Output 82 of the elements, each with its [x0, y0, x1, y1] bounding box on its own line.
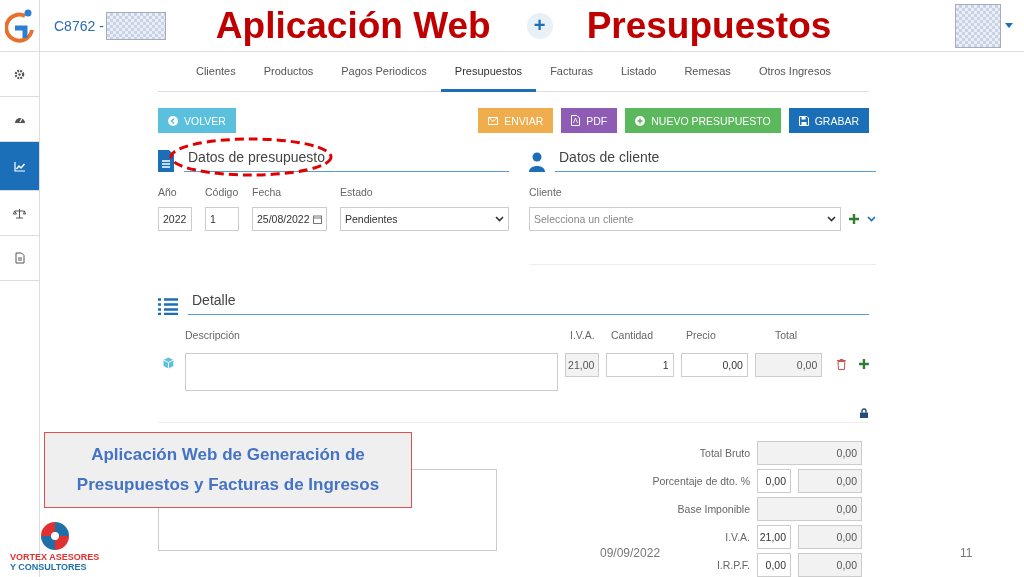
field-label: Cliente — [529, 186, 563, 198]
section-title: Datos de presupuesto — [184, 149, 509, 172]
document-icon — [14, 252, 25, 264]
field-label: Código — [205, 186, 239, 198]
user-icon — [529, 152, 545, 172]
document-icon — [158, 150, 174, 172]
sidebar-item[interactable] — [0, 142, 39, 191]
column-header: Cantidad — [611, 329, 655, 341]
input-field[interactable]: 1 — [205, 207, 239, 231]
scale-icon — [13, 207, 26, 219]
description-field[interactable] — [184, 353, 559, 391]
settings-icon — [14, 68, 25, 80]
caret-icon[interactable] — [1005, 23, 1014, 28]
rate-field[interactable]: 21,00 — [757, 525, 791, 549]
column-header: Descripción — [185, 329, 241, 341]
nav-tab[interactable]: Pagos Periodicos — [327, 52, 441, 92]
chevron-down-icon — [495, 216, 504, 222]
envelope-icon — [488, 116, 499, 125]
chevron-down-icon — [867, 216, 876, 222]
slide-title: Aplicación Web — [215, 4, 491, 47]
rate-field[interactable]: 0,00 — [757, 553, 791, 577]
plus-badge: + — [526, 12, 553, 39]
plus-circle-icon — [635, 115, 646, 126]
page-number: 11 — [960, 546, 973, 560]
column-header: Total — [774, 329, 799, 341]
chevron-circle-left-icon — [168, 115, 178, 126]
amount-field[interactable]: 0,00 — [754, 353, 823, 377]
section-title: Datos de cliente — [555, 149, 876, 172]
amount-field: 0,00 — [798, 469, 862, 493]
lock-icon[interactable] — [860, 408, 868, 418]
status-select[interactable]: Pendientes — [340, 207, 509, 231]
redacted-avatar[interactable] — [955, 3, 1002, 48]
total-label: I.R.P.F. — [715, 559, 750, 571]
slide-title: Presupuestos — [586, 4, 832, 47]
amount-field: 0,00 — [757, 441, 862, 465]
nav-tab[interactable]: Presupuestos — [440, 52, 537, 92]
amount-field: 0,00 — [757, 497, 862, 521]
column-header: Precio — [686, 329, 717, 341]
callout-text: Aplicación Web de Generación de — [91, 445, 365, 465]
section-title: Detalle — [188, 292, 869, 315]
total-label: Total Bruto — [698, 447, 750, 459]
field-label: Año — [158, 186, 178, 198]
redacted-block — [105, 11, 166, 40]
line-chart-icon — [13, 160, 26, 172]
calendar-icon[interactable] — [313, 214, 322, 224]
action-button[interactable]: GRABAR — [788, 108, 869, 133]
field-label: Estado — [340, 186, 374, 198]
nav-tab[interactable]: Clientes — [181, 52, 250, 92]
trash-icon[interactable] — [837, 359, 847, 370]
rate-field[interactable]: 0,00 — [757, 469, 791, 493]
date-field[interactable]: 25/08/2022 — [252, 207, 327, 231]
nav-tab[interactable]: Facturas — [536, 52, 607, 92]
callout-text: Presupuestos y Facturas de Ingresos — [76, 475, 380, 495]
total-label: I.V.A. — [724, 531, 750, 543]
client-select[interactable]: Selecciona un cliente — [529, 207, 841, 231]
amount-field: 0,00 — [798, 525, 862, 549]
amount-field[interactable]: 21,00 — [565, 353, 600, 377]
nav-tab[interactable]: Productos — [249, 52, 328, 92]
total-label: Porcentaje de dto. % — [651, 475, 750, 487]
nav-tab[interactable]: Listado — [606, 52, 671, 92]
total-label: Base Imponible — [676, 503, 750, 515]
company-name: VORTEX ASESORES — [10, 552, 100, 562]
account-code: C8762 - — [54, 17, 104, 34]
amount-field[interactable]: 0,00 — [680, 353, 748, 377]
cube-icon — [163, 357, 174, 369]
nav-tab[interactable]: Otros Ingresos — [744, 52, 845, 92]
column-header: I.V.A. — [570, 329, 596, 341]
company-name: Y CONSULTORES — [10, 562, 87, 572]
plus-icon[interactable] — [849, 214, 859, 224]
company-logo — [38, 520, 71, 552]
list-icon — [158, 298, 178, 315]
plus-icon[interactable] — [859, 359, 869, 369]
pdf-file-icon — [571, 115, 581, 126]
nav-tab[interactable]: Remesas — [670, 52, 745, 92]
field-label: Fecha — [252, 186, 283, 198]
chevron-down-icon — [827, 216, 836, 222]
input-field[interactable]: 2022 — [158, 207, 192, 231]
amount-field[interactable]: 1 — [606, 353, 674, 377]
action-button[interactable]: PDF — [561, 108, 618, 133]
app-logo — [4, 7, 35, 44]
amount-field: 0,00 — [798, 553, 862, 577]
slide-date: 09/09/2022 — [600, 546, 661, 560]
